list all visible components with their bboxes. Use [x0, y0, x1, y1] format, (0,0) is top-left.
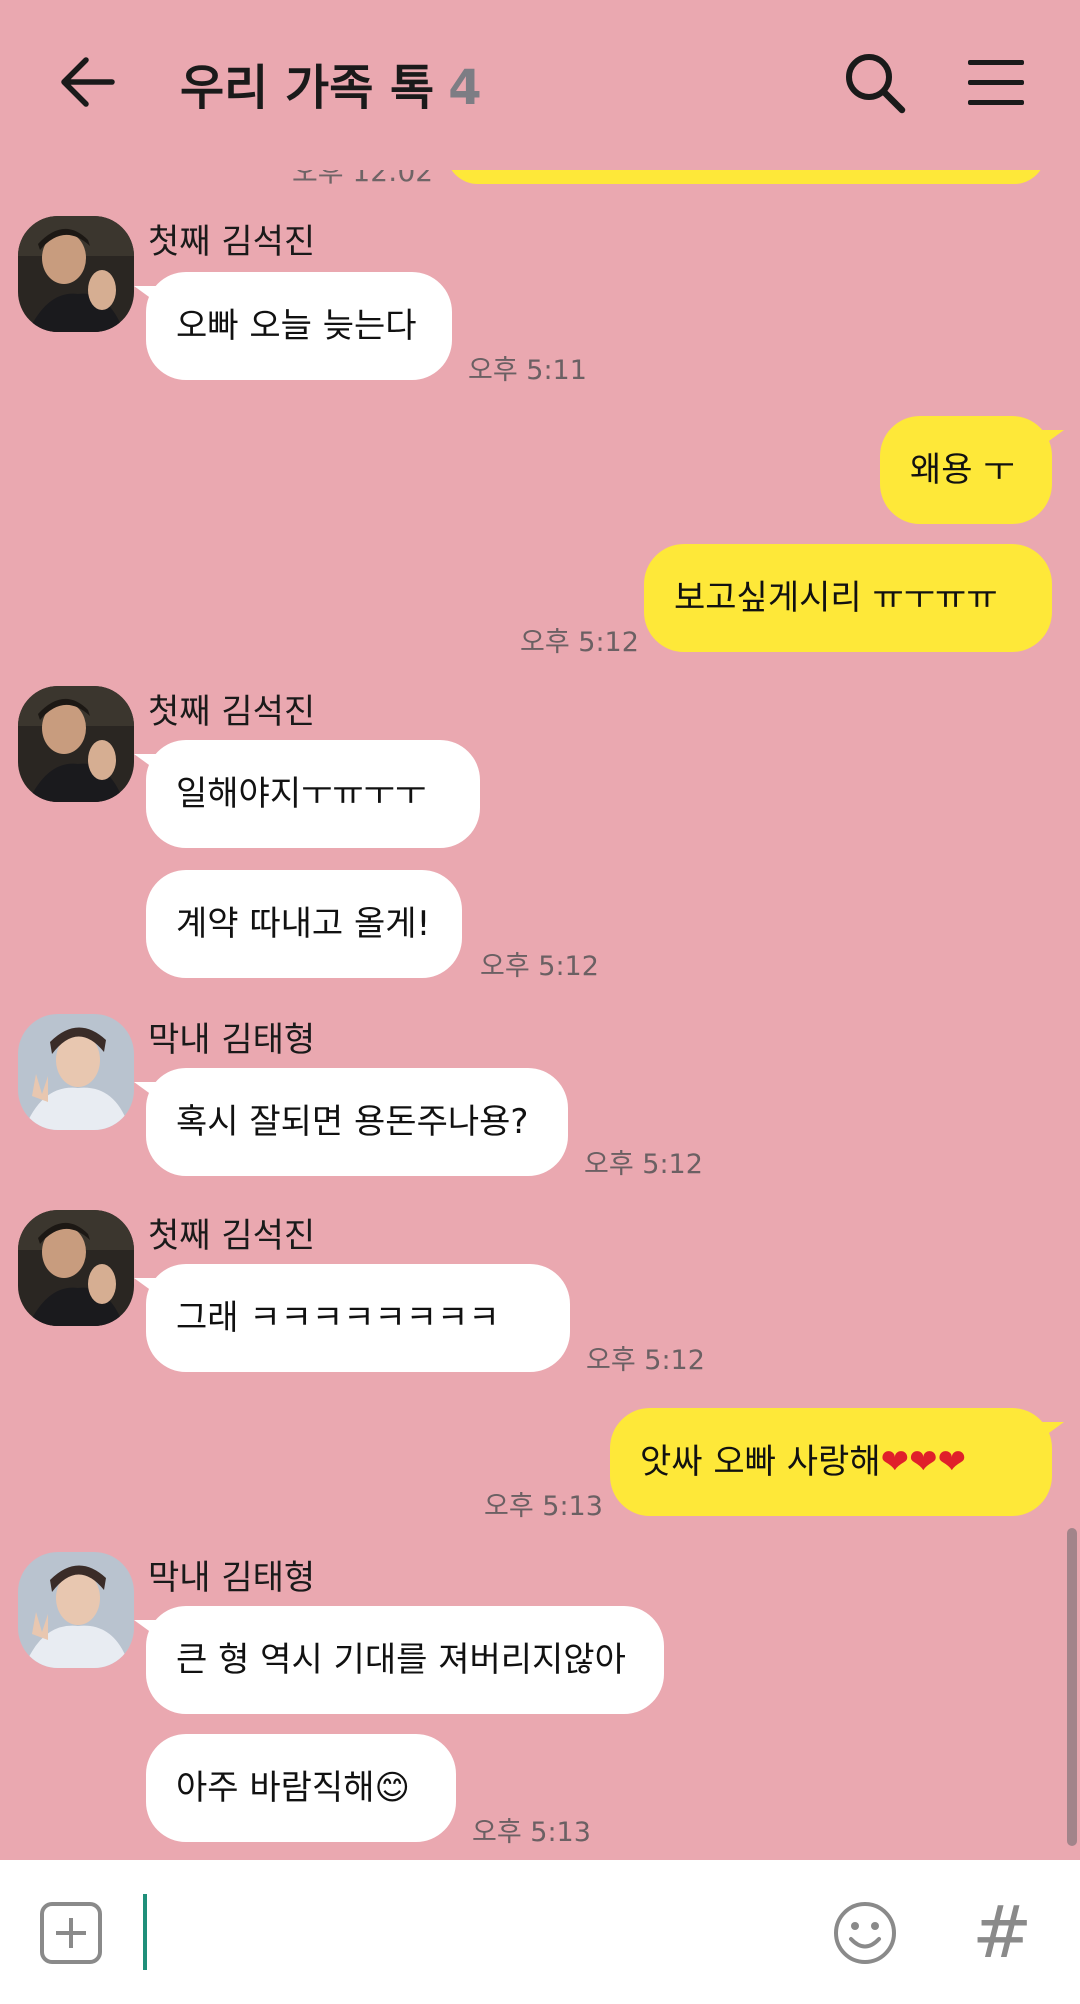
message-text: 계약 따내고 올게!: [176, 904, 431, 944]
message-time: 오후 5:12: [584, 1149, 703, 1180]
avatar-taehyung[interactable]: [18, 1552, 134, 1668]
sender-name: 막내 김태형: [148, 1020, 316, 1060]
message-time: 오후 5:11: [468, 355, 587, 386]
message-bubble[interactable]: 오빠 오늘 늦는다: [134, 272, 452, 380]
room-name: 우리 가족 톡: [180, 60, 435, 116]
message-input[interactable]: [140, 1890, 804, 1976]
my-message-bubble[interactable]: 앗싸 오빠 사랑해❤❤❤: [610, 1408, 1064, 1516]
chat-scrollbar[interactable]: [1067, 1528, 1077, 1846]
avatar-seokjin[interactable]: [18, 1210, 134, 1326]
message-text: 오빠 오늘 늦는다: [176, 306, 417, 346]
message-time: 오후 5:12: [586, 1345, 705, 1376]
menu-icon: [968, 60, 1024, 105]
my-message-bubble[interactable]: 왜용 ㅜ: [880, 416, 1064, 524]
message-bubble[interactable]: 계약 따내고 올게!: [146, 870, 462, 978]
text-caret: [143, 1894, 147, 1970]
message-text: 그래 ㅋㅋㅋㅋㅋㅋㅋㅋ: [176, 1298, 500, 1338]
message-time: 오후 5:12: [520, 627, 639, 658]
member-count: 4: [448, 60, 482, 116]
chat-header: 우리 가족 톡4: [0, 0, 1080, 170]
message-text: 아주 바람직해😊: [176, 1768, 410, 1808]
chat-title: 우리 가족 톡4: [180, 48, 482, 118]
emoji-button[interactable]: [832, 1900, 898, 1966]
sender-name: 첫째 김석진: [148, 692, 316, 732]
avatar-seokjin[interactable]: [18, 686, 134, 802]
menu-button[interactable]: [966, 56, 1026, 110]
message-bubble[interactable]: 아주 바람직해😊: [146, 1734, 456, 1842]
emoji-icon: [834, 1902, 896, 1964]
sender-name: 첫째 김석진: [148, 1216, 316, 1256]
message-time: 오후 5:12: [480, 951, 599, 982]
chat-area[interactable]: 오후 12:02 첫째 김석진 오빠 오늘 늦는다 오후 5:11 왜용 ㅜ 보…: [0, 0, 1080, 1860]
plus-icon[interactable]: [40, 1902, 102, 1964]
message-input-bar: #: [0, 1860, 1080, 2004]
message-text: 일해야지ㅜㅠㅜㅜ: [176, 774, 427, 814]
sender-name: 막내 김태형: [148, 1558, 316, 1598]
message-text: 보고싶게시리 ㅠㅜㅠㅠ: [674, 578, 998, 618]
message-bubble[interactable]: 일해야지ㅜㅠㅜㅜ: [134, 740, 480, 848]
avatar-taehyung[interactable]: [18, 1014, 134, 1130]
my-message-bubble[interactable]: 보고싶게시리 ㅠㅜㅠㅠ: [644, 544, 1052, 652]
back-arrow-icon: [61, 57, 115, 107]
message-text: 왜용 ㅜ: [910, 450, 1015, 490]
message-bubble[interactable]: 혹시 잘되면 용돈주나용?: [134, 1068, 568, 1176]
message-time: 오후 5:13: [484, 1491, 603, 1522]
message-time: 오후 5:13: [472, 1817, 591, 1848]
hash-icon[interactable]: #: [972, 1890, 1032, 1974]
search-button[interactable]: [842, 50, 908, 116]
message-text: 혹시 잘되면 용돈주나용?: [176, 1102, 529, 1142]
message-bubble[interactable]: 그래 ㅋㅋㅋㅋㅋㅋㅋㅋ: [134, 1264, 570, 1372]
message-bubble[interactable]: 큰 형 역시 기대를 져버리지않아: [134, 1606, 664, 1714]
search-icon: [846, 54, 906, 114]
message-text: 앗싸 오빠 사랑해❤❤❤: [640, 1442, 967, 1482]
message-text: 큰 형 역시 기대를 져버리지않아: [176, 1640, 626, 1680]
back-button[interactable]: [56, 50, 120, 114]
sender-name: 첫째 김석진: [148, 222, 316, 262]
avatar-seokjin[interactable]: [18, 216, 134, 332]
